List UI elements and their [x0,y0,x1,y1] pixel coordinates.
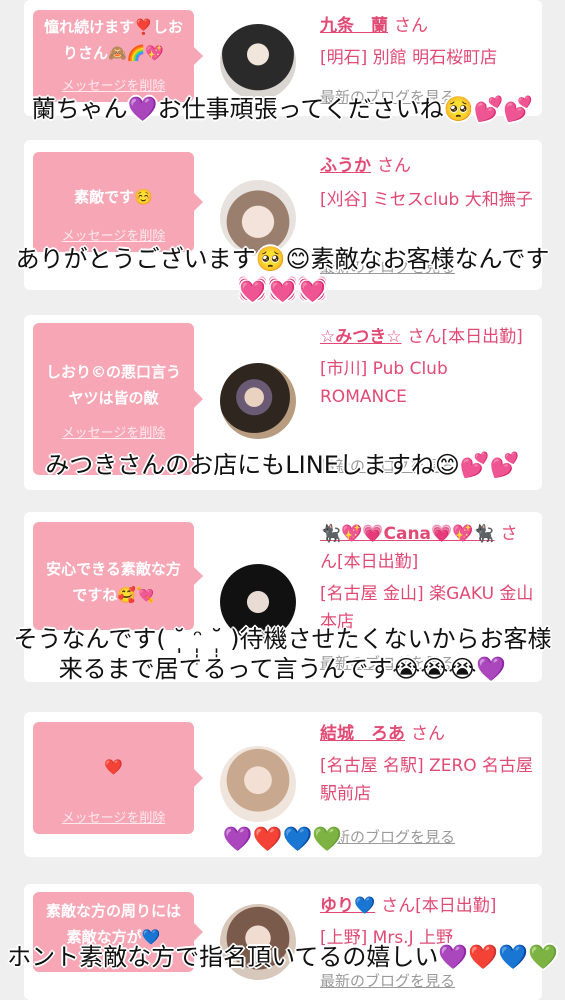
avatar[interactable] [220,363,296,439]
message-bubble: ❤️ メッセージを削除 [33,722,203,834]
delete-message-link[interactable]: メッセージを削除 [33,422,194,441]
shop-name[interactable]: [明石] 別館 明石桜町店 [320,44,534,72]
message-text: ❤️ [104,758,123,776]
avatar[interactable] [220,24,296,100]
overlay-caption: 💜❤️💙💚 [222,825,343,853]
sender-name-link[interactable]: ゆり💙 [320,896,375,916]
sender-name-link[interactable]: 結城 ろあ [320,724,405,744]
sender-suffix: さん [394,16,428,36]
avatar[interactable] [220,746,296,822]
sender-suffix: さん [411,724,445,744]
delete-message-link[interactable]: メッセージを削除 [33,225,194,244]
overlay-caption: みつきさんのお店にもLINEしますね😊💕💕 [45,451,520,479]
sender-suffix: さん[本日出勤] [407,327,523,347]
message-bubble: 憧れ続けます❣️しおりさん🙈🌈💖 メッセージを削除 [33,10,203,102]
delete-message-link[interactable]: メッセージを削除 [33,75,194,94]
sender-name-link[interactable]: 🐈‍⬛💖💗Cana💗💖🐈‍⬛ [320,524,495,544]
shop-name[interactable]: [市川] Pub Club ROMANCE [320,355,534,411]
message-text: 安心できる素敵な方ですね🥰💘 [46,560,181,604]
message-bubble: 安心できる素敵な方ですね🥰💘 [33,522,203,630]
message-text: 憧れ続けます❣️しおりさん🙈🌈💖 [44,18,183,62]
shop-name[interactable]: [名古屋 名駅] ZERO 名古屋駅前店 [320,752,534,808]
shop-name[interactable]: [刈谷] ミセスclub 大和撫子 [320,186,534,214]
overlay-caption: 蘭ちゃん💜お仕事頑張ってくださいね🥺💕💕 [31,95,534,123]
message-text: 素敵です☺️ [74,188,153,206]
blog-link[interactable]: 最新のブログを見る [320,970,455,991]
message-bubble: 素敵です☺️ メッセージを削除 [33,152,203,252]
sender-name-link[interactable]: 九条 蘭 [320,16,388,36]
message-text: しおり©の悪口言うヤツは皆の敵 [45,363,181,407]
sender-name-link[interactable]: ふうか [320,156,371,176]
sender-name-link[interactable]: ☆みつき☆ [320,327,401,347]
overlay-caption: ありがとうございます🥺😊素敵なお客様なんです💓💓💓 [15,245,550,303]
sender-suffix: さん[本日出勤] [381,896,497,916]
sender-suffix: さん [377,156,411,176]
overlay-caption: そうなんです( ˘̩̩̩ ᵔ̩̩̩ ˘̩̩̩ )待機させたくないからお客様来るま… [13,625,552,683]
overlay-caption: ホント素敵な方で指名頂いてるの嬉しい💜❤️💙💚 [7,943,558,971]
